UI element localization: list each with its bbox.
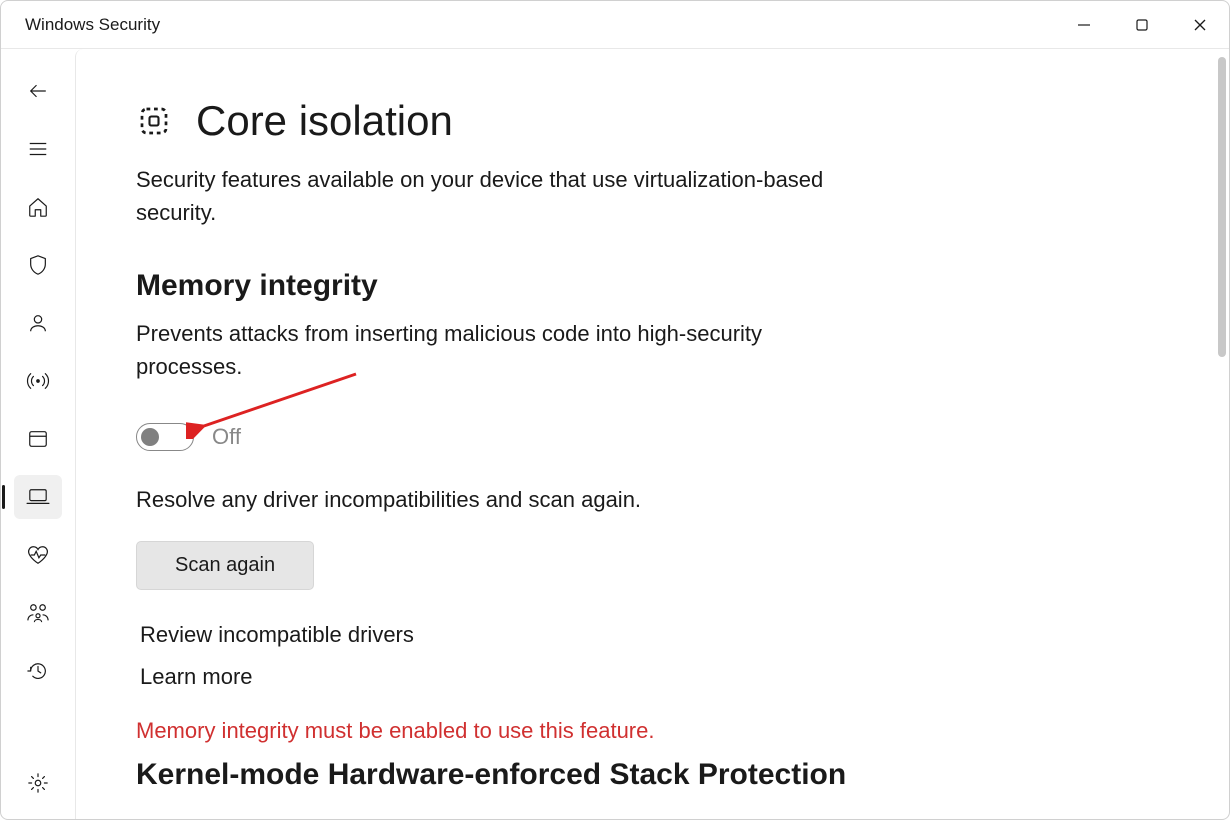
sidebar-item-history[interactable] [14, 649, 62, 693]
memory-integrity-title: Memory integrity [136, 269, 1169, 303]
memory-integrity-toggle-row: Off [136, 423, 1169, 451]
sidebar-item-virus[interactable] [14, 243, 62, 287]
memory-integrity-toggle[interactable] [136, 423, 194, 451]
sidebar-item-account[interactable] [14, 301, 62, 345]
person-icon [27, 312, 49, 334]
toggle-knob [141, 428, 159, 446]
scan-again-button[interactable]: Scan again [136, 541, 314, 590]
laptop-icon [26, 487, 50, 507]
memory-integrity-description: Prevents attacks from inserting maliciou… [136, 317, 836, 383]
sidebar-item-app-browser[interactable] [14, 417, 62, 461]
stack-protection-error: Memory integrity must be enabled to use … [136, 718, 1169, 744]
sidebar-item-settings[interactable] [14, 761, 62, 805]
sidebar-item-home[interactable] [14, 185, 62, 229]
gear-icon [27, 772, 49, 794]
sidebar-item-performance[interactable] [14, 533, 62, 577]
review-drivers-link[interactable]: Review incompatible drivers [136, 622, 1169, 648]
window-title: Windows Security [25, 15, 160, 35]
toggle-state-label: Off [212, 424, 241, 450]
app-window: Windows Security [0, 0, 1230, 820]
body: Core isolation Security features availab… [1, 49, 1229, 819]
stack-protection-title: Kernel-mode Hardware-enforced Stack Prot… [136, 758, 1169, 792]
content-area: Core isolation Security features availab… [75, 49, 1229, 819]
vertical-scrollbar[interactable] [1218, 57, 1226, 357]
learn-more-link[interactable]: Learn more [136, 664, 1169, 690]
minimize-icon [1077, 18, 1091, 32]
sidebar-item-family[interactable] [14, 591, 62, 635]
page-header: Core isolation [136, 97, 1169, 145]
titlebar: Windows Security [1, 1, 1229, 49]
back-button[interactable] [14, 69, 62, 113]
close-button[interactable] [1171, 1, 1229, 48]
minimize-button[interactable] [1055, 1, 1113, 48]
heart-pulse-icon [26, 544, 50, 566]
back-arrow-icon [27, 80, 49, 102]
page-description: Security features available on your devi… [136, 163, 856, 229]
antenna-icon [26, 370, 50, 392]
maximize-button[interactable] [1113, 1, 1171, 48]
resolve-text: Resolve any driver incompatibilities and… [136, 487, 1169, 513]
sidebar-item-device-security[interactable] [14, 475, 62, 519]
sidebar-item-firewall[interactable] [14, 359, 62, 403]
window-controls [1055, 1, 1229, 48]
history-icon [27, 660, 49, 682]
family-icon [26, 602, 50, 624]
page-title: Core isolation [196, 97, 453, 145]
sidebar [1, 49, 75, 819]
hamburger-icon [27, 138, 49, 160]
menu-button[interactable] [14, 127, 62, 171]
home-icon [27, 196, 49, 218]
shield-icon [27, 254, 49, 276]
window-icon [27, 428, 49, 450]
close-icon [1193, 18, 1207, 32]
maximize-icon [1135, 18, 1149, 32]
content-scroll: Core isolation Security features availab… [76, 49, 1229, 819]
core-isolation-icon [136, 103, 172, 139]
